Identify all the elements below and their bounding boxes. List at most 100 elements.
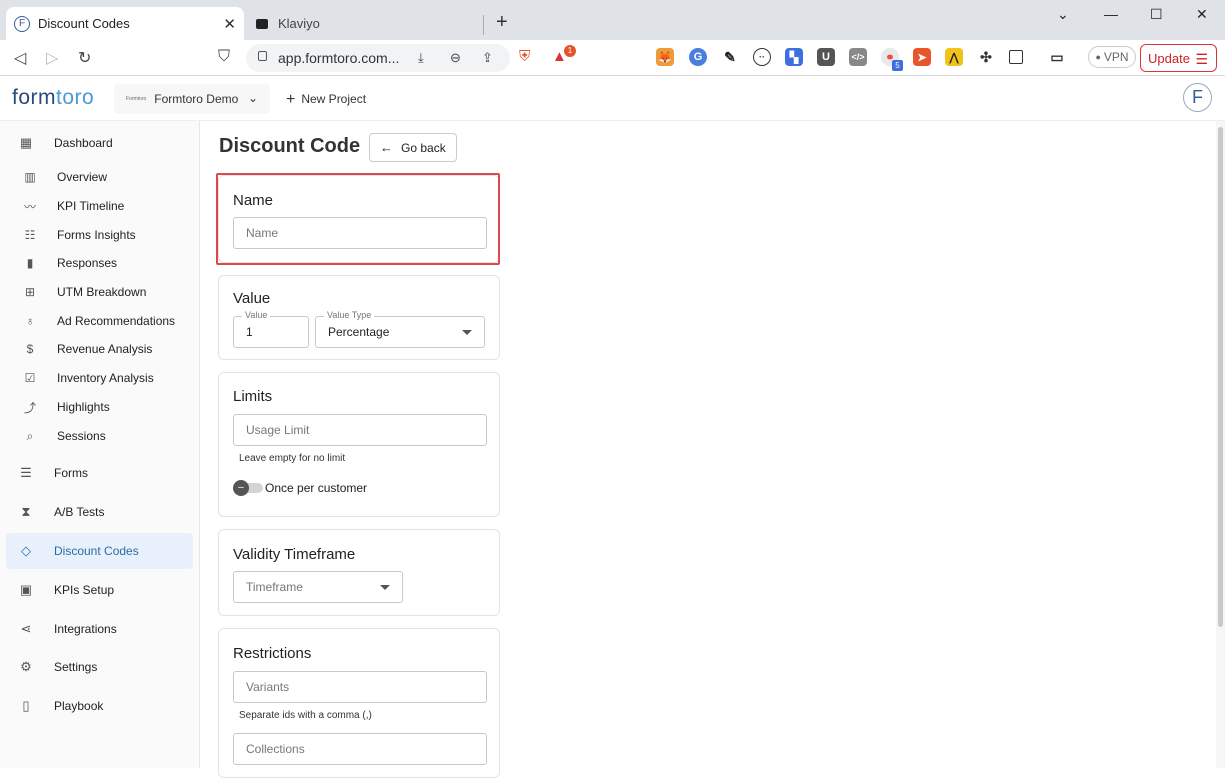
sidebar-item-playbook[interactable]: ▯ Playbook bbox=[6, 688, 193, 724]
tag-icon: ◇ bbox=[21, 543, 31, 558]
app-header: formtoro Formtoro Formtoro Demo ⌄ + New P… bbox=[0, 77, 1225, 121]
sidebar-item-sessions[interactable]: ⌕ Sessions bbox=[6, 418, 193, 454]
ext-code-icon[interactable]: </> bbox=[849, 48, 867, 66]
ext-circle-icon[interactable]: ·· bbox=[753, 48, 771, 66]
update-button[interactable]: Update ☰ bbox=[1140, 44, 1217, 72]
sidebar-item-label: Settings bbox=[54, 660, 98, 674]
url-text: app.formtoro.com... bbox=[278, 50, 400, 66]
timeframe-placeholder: Timeframe bbox=[246, 580, 303, 594]
timeframe-select[interactable]: Timeframe bbox=[233, 571, 403, 603]
sidebar-item-settings[interactable]: ⚙ Settings bbox=[6, 649, 193, 685]
bar-chart-icon: ▥ bbox=[24, 170, 36, 184]
metamask-icon[interactable]: 🦊 bbox=[656, 48, 674, 66]
value-type-select[interactable]: Value Type Percentage bbox=[315, 310, 485, 348]
translate-icon[interactable]: G bbox=[689, 48, 707, 66]
ext-shield-icon[interactable]: U bbox=[817, 48, 835, 66]
sidebar-item-label: Revenue Analysis bbox=[57, 342, 153, 356]
variants-helper: Separate ids with a comma (,) bbox=[239, 710, 372, 721]
browser-tab-bar: F Discount Codes ✕ Klaviyo + ⌄ — ☐ ✕ bbox=[0, 0, 1225, 40]
timeline-icon: 〰 bbox=[23, 199, 36, 214]
sidebar: ▦ Dashboard ▥ Overview 〰 KPI Timeline ☷ Form… bbox=[0, 121, 200, 768]
arrow-left-icon: ← bbox=[380, 140, 393, 155]
sidebar-item-label: Sessions bbox=[57, 429, 106, 443]
sidebar-item-dashboard[interactable]: ▦ Dashboard bbox=[6, 125, 193, 161]
brave-shield-icon[interactable]: ⛨ bbox=[519, 48, 530, 65]
project-mini-logo: Formtoro bbox=[126, 96, 147, 102]
back-icon[interactable]: ◁ bbox=[14, 48, 26, 68]
sidebar-item-ab-tests[interactable]: ⧗ A/B Tests bbox=[6, 494, 193, 530]
restrictions-heading: Restrictions bbox=[233, 645, 312, 662]
address-bar[interactable]: app.formtoro.com... bbox=[246, 44, 510, 72]
reload-icon[interactable]: ↻ bbox=[78, 48, 91, 68]
trend-icon: ⤴ bbox=[23, 400, 36, 415]
zoom-icon[interactable]: ⊖ bbox=[450, 50, 461, 66]
vpn-button[interactable]: ● VPN bbox=[1088, 46, 1136, 68]
sidebar-item-integrations[interactable]: ⋖ Integrations bbox=[6, 611, 193, 647]
tab-discount-codes[interactable]: F Discount Codes ✕ bbox=[6, 7, 244, 40]
new-tab-icon[interactable]: + bbox=[496, 12, 508, 32]
responses-icon: ▮ bbox=[26, 256, 34, 270]
sidebar-item-label: Dashboard bbox=[54, 136, 113, 150]
extensions-icon[interactable]: ✣ bbox=[977, 48, 995, 66]
value-card: Value Value 1 Value Type Percentage bbox=[218, 275, 500, 360]
book-icon: ▯ bbox=[22, 698, 30, 713]
hourglass-icon: ⧗ bbox=[21, 504, 31, 519]
lock-icon bbox=[258, 51, 267, 61]
forms-icon: ☰ bbox=[20, 465, 32, 480]
share-page-icon[interactable]: ⇪ bbox=[482, 50, 493, 66]
collections-input[interactable]: Collections bbox=[233, 733, 487, 765]
value-type-value: Percentage bbox=[328, 325, 390, 339]
maximize-icon[interactable]: ☐ bbox=[1150, 6, 1163, 23]
scrollbar-thumb[interactable] bbox=[1218, 127, 1223, 627]
variants-input[interactable]: Variants bbox=[233, 671, 487, 703]
sidebar-item-label: Playbook bbox=[54, 699, 104, 713]
sidebar-item-label: Highlights bbox=[57, 400, 110, 414]
wallet-icon[interactable]: ▭ bbox=[1048, 48, 1066, 66]
ext-arrow-icon[interactable]: ➤ bbox=[913, 48, 931, 66]
ext-puzzle-blue-icon[interactable]: ▚ bbox=[785, 48, 803, 66]
ext-badge: 5 bbox=[892, 60, 903, 71]
tab-divider bbox=[483, 15, 484, 35]
forward-icon[interactable]: ▷ bbox=[46, 48, 58, 68]
sidebar-item-label: Responses bbox=[57, 256, 118, 270]
validity-heading: Validity Timeframe bbox=[233, 546, 356, 563]
dropdown-arrow-icon bbox=[462, 330, 472, 335]
validity-card: Validity Timeframe Timeframe bbox=[218, 529, 500, 616]
go-back-label: Go back bbox=[401, 140, 446, 155]
kpi-icon: ▣ bbox=[19, 582, 33, 597]
table-icon: ⊞ bbox=[24, 285, 36, 299]
close-tab-icon[interactable]: ✕ bbox=[223, 15, 236, 33]
ext-yellow-icon[interactable]: ⋀ bbox=[945, 48, 963, 66]
dollar-icon: $ bbox=[26, 342, 34, 356]
sidebar-item-forms[interactable]: ☰ Forms bbox=[6, 455, 193, 491]
avatar[interactable]: F bbox=[1183, 83, 1212, 112]
tab-klaviyo[interactable]: Klaviyo bbox=[246, 7, 482, 40]
go-back-button[interactable]: ← Go back bbox=[369, 133, 457, 162]
limits-heading: Limits bbox=[233, 388, 273, 405]
project-selector[interactable]: Formtoro Formtoro Demo ⌄ bbox=[114, 84, 270, 114]
new-project-button[interactable]: + New Project bbox=[286, 90, 366, 108]
menu-icon: ☰ bbox=[1195, 51, 1208, 67]
page-scrollbar[interactable] bbox=[1216, 121, 1225, 768]
pen-icon[interactable]: ✎ bbox=[721, 48, 739, 66]
sidebar-item-label: Ad Recommendations bbox=[57, 314, 176, 328]
once-per-customer-toggle[interactable]: – bbox=[233, 480, 263, 496]
sidebar-item-label: Forms bbox=[54, 466, 88, 480]
download-icon[interactable]: ⤓ bbox=[418, 50, 424, 66]
dashboard-icon: ▦ bbox=[19, 135, 33, 150]
value-input[interactable]: Value 1 bbox=[233, 310, 309, 348]
sidebar-item-discount-codes[interactable]: ◇ Discount Codes bbox=[6, 533, 193, 569]
share-icon: ⋖ bbox=[20, 621, 32, 636]
rewards-badge: 1 bbox=[564, 45, 576, 57]
sidebar-toggle-icon[interactable] bbox=[1009, 50, 1023, 64]
sidebar-item-label: UTM Breakdown bbox=[57, 285, 147, 299]
formtoro-logo[interactable]: formtoro bbox=[12, 86, 94, 110]
tab-search-chevron-icon[interactable]: ⌄ bbox=[1057, 6, 1069, 23]
sidebar-item-kpis-setup[interactable]: ▣ KPIs Setup bbox=[6, 572, 193, 608]
sidebar-item-label: KPI Timeline bbox=[57, 199, 125, 213]
minimize-icon[interactable]: — bbox=[1104, 6, 1118, 22]
tab-title: Klaviyo bbox=[278, 16, 320, 31]
bookmark-icon[interactable]: ⛉ bbox=[218, 48, 230, 66]
window-close-icon[interactable]: ✕ bbox=[1196, 6, 1208, 23]
usage-limit-input[interactable]: Usage Limit bbox=[233, 414, 487, 446]
